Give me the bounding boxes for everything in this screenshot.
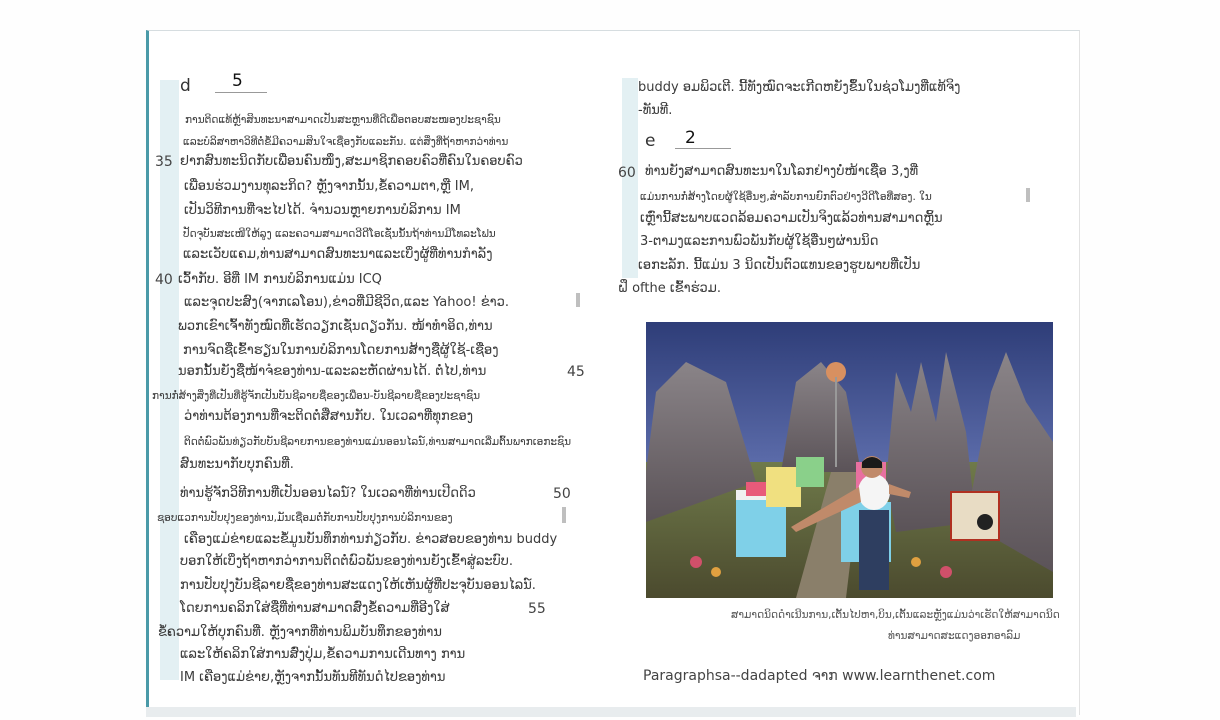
- section-number: 5: [232, 71, 243, 91]
- text-line: buddy ອມພິວເຕີ. ນີ້ທັງໝົດຈະເກີດຫຍັງຂຶ້ນໃ…: [638, 80, 961, 95]
- text-line: ສົນທະນາກັບບຸກຄົນທີ່.: [180, 457, 294, 472]
- scan-mark: [562, 507, 566, 523]
- text-line: ແລະບໍລິສາຫາວິທີຕໍ່ຂໍ້ມີຄວາມສິນໃຈເຊື່ອງກັ…: [183, 136, 509, 148]
- page-bottom-edge: [146, 707, 1076, 717]
- text-line: ແລະເວັບແຄມ,ທ່ານສາມາດສົນທະນາແລະເບິ່ງຜູ້ທີ…: [183, 247, 493, 262]
- text-line: 3-ຕາມງແລະການພົວພັນກັບຜູ້ໃຊ້ອື່ນໆຜ່ານນິດ: [640, 234, 879, 249]
- section-d-header: d 5: [180, 71, 280, 100]
- line-number: 60: [618, 165, 636, 181]
- text-line: ເອກະລັກ. ນີ້ແມ່ນ 3 ນິດເປັນຕົວແທນຂອງຮູບພາ…: [638, 258, 921, 273]
- text-line: ຂໍ້ຄວາມໃຫ້ບຸກຄົນທີ່. ຫຼັງຈາກທີ່ທ່ານພິມບັ…: [158, 625, 442, 640]
- text-line: ບອກໃຫ້ເບິ່ງຖ້າຫາກວ່າການຕິດຕໍ່ພົວພັນຂອງທ່…: [180, 554, 514, 569]
- text-line: ແມ່ນການກໍ່ສ້າງໂດຍຜູ້ໃຊ້ອື່ນໆ,ສຳລັບການຍົກ…: [640, 191, 932, 203]
- text-line: ການປັບປຸງບັນຊີລາຍຊື່ຂອງທ່ານສະແດງໃຫ້ເຫັນຜ…: [180, 578, 536, 593]
- text-line: ວ່າທ່ານຕ້ອງການທີ່ຈະຕິດຕໍ່ສື່ສານກັບ. ໃນເວ…: [184, 409, 474, 424]
- figure-caption-line: ສາມາດນິດດຳເນີນການ,ເຕັ້ນໄປຫາ,ບິນ,ເຕັ້ນແລະ…: [731, 609, 1060, 621]
- line-number: 40: [155, 272, 173, 288]
- text-line: ຝຶ ofthe ເຂົ້າຮ່ວມ.: [618, 281, 721, 296]
- section-letter: e: [645, 131, 656, 151]
- left-margin-highlight: [160, 80, 179, 680]
- text-line: IM ເຄືອງແມ່ຂ່າຍ,ຫຼັງຈາກນັ້ນທັນທີທັນດໍໄປຂ…: [180, 670, 446, 685]
- text-line: ໂດຍການຄລິກໃສ່ຊື່ທີ່ທ່ານສາມາດສົ່ງຂໍ້ຄວາມທ…: [180, 601, 450, 616]
- text-line: ເວົ້າກັບ. ອີທີ່ IM ການບໍລິການແມ່ນ ICQ: [178, 272, 382, 287]
- line-number: 55: [528, 601, 546, 617]
- line-number: 45: [567, 364, 585, 380]
- text-line: ເຄືອງແມ່ຂ່າຍແລະຂໍ້ມູນບັນທຶກທ່ານກ່ຽວກັບ. …: [184, 532, 558, 547]
- text-line: ຊອບແວການປັບປຸງຂອງທ່ານ,ມັນເຊື່ອມຕໍ່ກັບການ…: [157, 512, 453, 524]
- header-rule: [675, 148, 731, 149]
- text-line: ເປັນວິທີການທີ່ຈະໄປໄດ້. ຈຳນວນຫຼາຍການບໍລິກ…: [184, 203, 461, 218]
- text-line: ພວກເຂົາເຈົ້າທັງໝົດທີ່ເຮັດວຽກເຊັ່ນດຽວກັນ.…: [178, 319, 493, 334]
- section-number: 2: [685, 128, 696, 148]
- scan-mark: [1026, 188, 1030, 202]
- text-line: ການຕິດແທ້ຫຼ້າສິນທະນາສາມາດເປັນສະຫຼານທີ່ດີ…: [185, 114, 501, 126]
- text-line: ຢາກສົນທະນິດກັບເພື່ອນຄົນໜຶ່ງ,ສະມາຊິກຄອບຄົ…: [180, 154, 523, 169]
- text-line: ນອກນັ້ນຍັງຊື່ໜ້າຈໍຂອງທ່ານ-ແລະລະຫັດຜ່ານໄດ…: [178, 364, 487, 379]
- line-number: 50: [553, 486, 571, 502]
- text-line: ທ່ານຮູ້ຈັກວິທີການທີ່ເປັນອອນໄລນ໌? ໃນເວລາທ…: [180, 486, 476, 501]
- section-letter: d: [180, 76, 191, 96]
- text-line: ເຫຼົ່ານີ້ສະພາບແວດລ້ອມຄວາມເປັນຈິງແລ້ວທ່ານ…: [640, 211, 943, 226]
- text-line: ແລະຈຸດປະສົງ(ຈາກເລໂອນ),ຂ່າວທີ່ມີຊີວິດ,ແລະ…: [184, 295, 509, 310]
- text-line: ເພື່ອນຮ່ວມງານທຸລະກິດ? ຫຼັງຈາກນັ້ນ,ຂໍ້ຄວາ…: [184, 179, 474, 194]
- section-e-header: e 2: [645, 128, 745, 155]
- text-line: ປັດຈຸບັນສະເໜີໃຫ້ລູງ ແລະຄວາມສາມາດວີດີໂອເຊ…: [183, 228, 496, 240]
- text-line: ການກໍ່ສ້າງສິ່ງທີ່ເປັນທີ່ຮູ້ຈັກເປັນບັນຊີລ…: [152, 390, 481, 402]
- source-attribution: Paragraphsa--dadapted ຈາກ www.learnthene…: [643, 668, 996, 684]
- figure-caption-line: ທ່ານສາມາດສະແດງອອກອາລົມ: [888, 630, 1021, 642]
- text-line: -ທັນທີ.: [638, 103, 673, 118]
- scan-mark: [576, 293, 580, 307]
- text-line: ທ່ານຍັງສາມາດສົນທະນາໃນໂລກຢ່າງບໍ່ໜ້າເຊື່ອ …: [645, 164, 919, 179]
- virtual-world-illustration: [646, 322, 1053, 598]
- text-line: ຕິດຕໍ່ພົວພັນທ່ຽວກັບບັນຊີລາຍການຂອງທ່ານແມ່…: [184, 436, 572, 448]
- header-rule: [215, 92, 267, 93]
- line-number: 35: [155, 154, 173, 170]
- text-line: ແລະໃຫ້ຄລິກໃສ່ການສົ່ງປຸ່ມ,ຂໍ້ຄວາມການເດີນທ…: [180, 647, 466, 662]
- text-line: ການຈົດຊື່ເຂົ້າຮຽນໃນການບໍລິການໂດຍການສ້າງຊ…: [183, 343, 499, 358]
